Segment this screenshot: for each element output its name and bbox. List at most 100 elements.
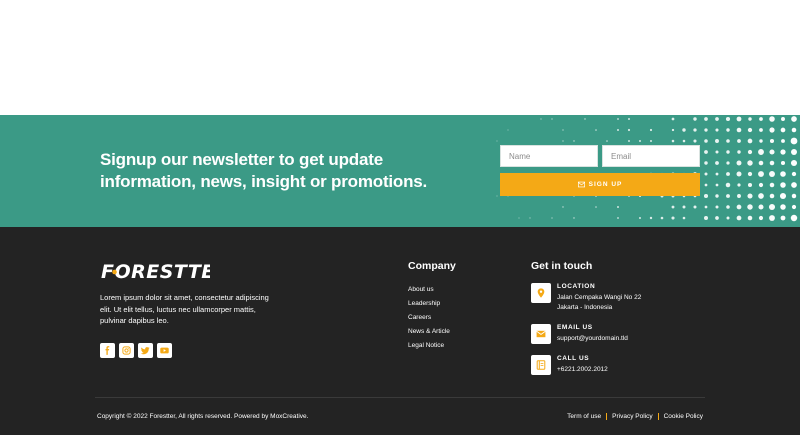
pattern-dot [507, 129, 509, 131]
location-label: LOCATION [557, 283, 596, 290]
pattern-dot [627, 128, 631, 132]
link-careers[interactable]: Careers [408, 311, 450, 325]
pattern-dot [747, 215, 753, 221]
pattern-dot [671, 139, 675, 143]
pattern-dot [747, 138, 753, 144]
pattern-dot [791, 127, 797, 133]
legal-separator [657, 413, 659, 420]
pattern-dot [562, 206, 564, 208]
pattern-dot [671, 128, 675, 132]
contact-title: Get in touch [531, 260, 593, 272]
link-about-us[interactable]: About us [408, 283, 450, 297]
pattern-dot [726, 128, 730, 132]
pattern-dot [758, 215, 764, 221]
pattern-dot [649, 128, 653, 132]
pattern-dot [780, 160, 786, 166]
pattern-dot [791, 149, 797, 155]
email-value[interactable]: support@yourdomain.tld [557, 334, 628, 344]
pattern-dot [769, 171, 775, 177]
pattern-dot [780, 171, 786, 177]
pattern-dot [737, 139, 741, 143]
pattern-dot [737, 183, 741, 187]
pattern-dot [529, 217, 531, 219]
instagram-icon [122, 346, 131, 355]
pattern-dot [759, 128, 763, 132]
newsletter-headline: Signup our newsletter to get update info… [100, 150, 428, 191]
pattern-dot [715, 183, 719, 187]
company-links: About us Leadership Careers News & Artic… [408, 283, 450, 353]
instagram-link[interactable] [119, 343, 134, 358]
pattern-dot [736, 204, 742, 210]
pattern-dot [704, 139, 708, 143]
facebook-link[interactable] [100, 343, 115, 358]
pattern-dot [769, 160, 775, 166]
pattern-dot [704, 183, 708, 187]
youtube-icon [160, 347, 169, 354]
pattern-dot [671, 205, 675, 209]
pattern-dot [769, 116, 775, 122]
pattern-dot [617, 129, 619, 131]
pattern-dot [725, 182, 731, 188]
pattern-dot [693, 128, 697, 132]
pattern-dot [726, 150, 730, 154]
pattern-dot [639, 217, 641, 219]
name-input[interactable] [500, 145, 598, 167]
pattern-dot [769, 193, 775, 199]
link-term-of-use[interactable]: Term of use [567, 413, 601, 420]
pattern-dot [747, 182, 753, 188]
pattern-dot [518, 217, 520, 219]
pattern-dot [781, 139, 785, 143]
twitter-link[interactable] [138, 343, 153, 358]
pattern-dot [715, 205, 719, 209]
map-pin-icon [537, 288, 545, 298]
pattern-dot [693, 139, 697, 143]
facebook-icon [105, 346, 110, 355]
location-line-1: Jalan Cempaka Wangi No 22 [557, 294, 642, 301]
call-label: CALL US [557, 355, 590, 362]
pattern-dot [769, 138, 775, 144]
call-value[interactable]: +6221.2002.2012 [557, 365, 608, 375]
pattern-dot [682, 216, 686, 220]
link-cookie-policy[interactable]: Cookie Policy [664, 413, 703, 420]
pattern-dot [726, 216, 730, 220]
pattern-dot [780, 149, 786, 155]
pattern-dot [747, 160, 753, 166]
pattern-dot [758, 182, 764, 188]
link-legal-notice[interactable]: Legal Notice [408, 339, 450, 353]
email-icon-box [531, 324, 551, 344]
forestter-logo[interactable]: FORESTTER [100, 258, 210, 284]
pattern-dot [584, 118, 586, 120]
pattern-dot [650, 140, 652, 142]
pattern-dot [682, 128, 686, 132]
pattern-dot [790, 137, 798, 145]
pattern-dot [726, 194, 730, 198]
pattern-dot [617, 118, 619, 120]
pattern-dot [715, 161, 719, 165]
pattern-dot [758, 160, 764, 166]
pattern-dot [758, 204, 764, 210]
pattern-dot [780, 215, 786, 221]
pattern-dot [595, 129, 597, 131]
pattern-dot [671, 216, 675, 220]
link-news-article[interactable]: News & Article [408, 325, 450, 339]
youtube-link[interactable] [157, 343, 172, 358]
pattern-dot [704, 205, 708, 209]
pattern-dot [791, 204, 797, 210]
envelope-icon [536, 330, 546, 338]
link-leadership[interactable]: Leadership [408, 297, 450, 311]
email-text: EMAIL US support@yourdomain.tld [557, 324, 628, 344]
logo-text: FORESTTER [101, 261, 210, 283]
signup-button[interactable]: SIGN UP [500, 173, 700, 196]
link-privacy-policy[interactable]: Privacy Policy [612, 413, 652, 420]
pattern-dot [617, 217, 619, 219]
social-links [100, 343, 172, 358]
pattern-dot [573, 217, 575, 219]
pattern-dot [791, 193, 797, 199]
pattern-dot [704, 150, 708, 154]
pattern-dot [759, 117, 763, 121]
email-input[interactable] [602, 145, 700, 167]
pattern-dot [562, 129, 564, 131]
site-footer: FORESTTER Lorem ipsum dolor sit amet, co… [0, 227, 800, 435]
pattern-dot [704, 216, 708, 220]
pattern-dot [649, 216, 653, 220]
